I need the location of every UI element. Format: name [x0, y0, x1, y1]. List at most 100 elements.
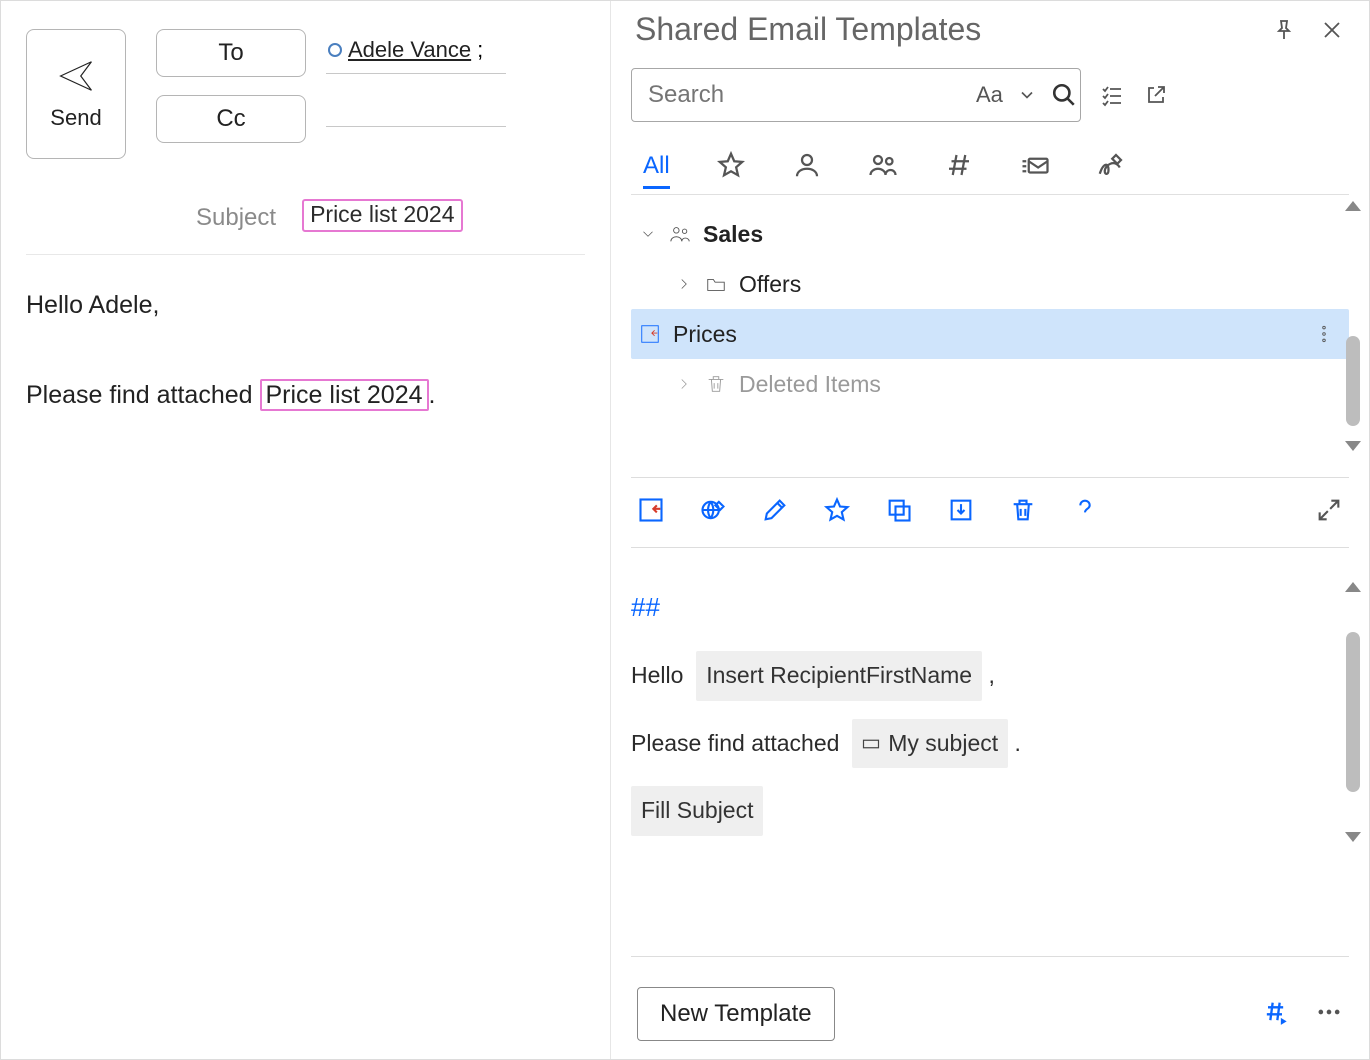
compose-divider [26, 254, 585, 255]
body-line-2: Please find attached Price list 2024. [26, 373, 585, 418]
star-icon [716, 150, 746, 180]
expand-icon [1315, 496, 1343, 524]
tab-signatures[interactable] [1096, 148, 1126, 182]
download-box-icon [947, 496, 975, 524]
tree-scrollbar[interactable] [1343, 201, 1363, 451]
signature-icon [1096, 150, 1126, 180]
list-check-icon [1100, 83, 1124, 107]
send-icon [57, 57, 95, 95]
compose-pane: Send To Adele Vance ; Cc Subject [1, 1, 611, 1059]
scroll-up-icon[interactable] [1345, 582, 1361, 592]
expand-button[interactable] [1315, 496, 1343, 529]
person-icon [792, 150, 822, 180]
panel-title: Shared Email Templates [635, 11, 981, 48]
insert-macro-button[interactable] [1261, 998, 1289, 1031]
tree-item-label: Deleted Items [739, 371, 881, 398]
filter-tabs: All [631, 148, 1349, 195]
favorite-button[interactable] [823, 496, 851, 529]
send-button[interactable]: Send [26, 29, 126, 159]
delete-button[interactable] [1009, 496, 1037, 529]
to-button[interactable]: To [156, 29, 306, 77]
manage-view-button[interactable] [1099, 82, 1125, 108]
preview-period: . [1015, 730, 1021, 756]
scroll-down-icon[interactable] [1345, 441, 1361, 451]
open-external-button[interactable] [1143, 82, 1169, 108]
tab-all[interactable]: All [643, 155, 670, 189]
cc-button[interactable]: Cc [156, 95, 306, 143]
globe-pen-icon [699, 496, 727, 524]
tab-personal[interactable] [792, 148, 822, 182]
address-column: To Adele Vance ; Cc [156, 29, 506, 159]
subject-icon [862, 737, 880, 751]
new-template-button[interactable]: New Template [637, 987, 835, 1041]
chevron-right-icon [675, 275, 693, 293]
close-button[interactable] [1319, 17, 1345, 43]
tree-item-label: Prices [673, 321, 737, 348]
copy-icon [885, 496, 913, 524]
search-input[interactable] [646, 80, 960, 110]
tree-item-offers[interactable]: Offers [631, 259, 1349, 309]
tab-favorites[interactable] [716, 148, 746, 182]
tree-root-label: Sales [703, 221, 763, 248]
subject-row: Subject Price list 2024 [26, 199, 585, 232]
template-toolbar [631, 496, 1349, 529]
close-icon [1320, 18, 1344, 42]
more-button[interactable] [1315, 998, 1343, 1031]
search-box[interactable]: Aa [631, 68, 1081, 122]
scroll-thumb[interactable] [1346, 632, 1360, 792]
insert-template-button[interactable] [637, 496, 665, 529]
bottom-divider [631, 956, 1349, 957]
email-body[interactable]: Hello Adele, Please find attached Price … [26, 283, 585, 418]
search-icon[interactable] [1051, 82, 1077, 108]
body-line-2-before: Please find attached [26, 381, 260, 409]
scroll-down-icon[interactable] [1345, 832, 1361, 842]
chip-fill-subject[interactable]: Fill Subject [631, 786, 763, 836]
external-icon [1144, 83, 1168, 107]
scroll-up-icon[interactable] [1345, 201, 1361, 211]
tree-item-deleted[interactable]: Deleted Items [631, 359, 1349, 409]
pin-button[interactable] [1271, 17, 1297, 43]
chevron-down-icon[interactable] [1017, 85, 1037, 105]
toolbar-divider [631, 477, 1349, 478]
chip-recipient-firstname[interactable]: Insert RecipientFirstName [696, 651, 982, 701]
tab-team[interactable] [868, 148, 898, 182]
cc-field[interactable] [326, 112, 506, 127]
chevron-down-icon [639, 225, 657, 243]
chevron-right-icon [675, 375, 693, 393]
tree-root-sales[interactable]: Sales [631, 209, 1349, 259]
copy-button[interactable] [885, 496, 913, 529]
macro-marker: ## [631, 588, 1321, 633]
recipient-chip[interactable]: Adele Vance [348, 37, 471, 63]
tree-item-prices[interactable]: Prices [631, 309, 1349, 359]
send-label: Send [50, 105, 101, 131]
star-icon [823, 496, 851, 524]
template-insert-icon [639, 323, 661, 345]
to-field[interactable]: Adele Vance ; [326, 33, 506, 74]
export-button[interactable] [947, 496, 975, 529]
match-case-toggle[interactable]: Aa [976, 82, 1003, 108]
pencil-icon [761, 496, 789, 524]
template-preview: ## Hello Insert RecipientFirstName , Ple… [631, 588, 1349, 938]
subject-label: Subject [196, 204, 276, 232]
subject-input[interactable]: Price list 2024 [302, 199, 462, 232]
scroll-thumb[interactable] [1346, 336, 1360, 426]
recipient-suffix: ; [477, 37, 483, 63]
body-highlight: Price list 2024 [260, 379, 429, 411]
help-button[interactable] [1071, 496, 1099, 529]
tab-mail-merge[interactable] [1020, 148, 1050, 182]
more-vertical-icon[interactable] [1313, 323, 1335, 345]
trash-icon [705, 373, 727, 395]
body-line-1: Hello Adele, [26, 283, 585, 328]
hash-play-icon [1261, 998, 1289, 1026]
hash-icon [944, 150, 974, 180]
preview-comma: , [988, 662, 994, 688]
preview-hello: Hello [631, 662, 683, 688]
chip-my-subject[interactable]: My subject [852, 719, 1008, 769]
templates-panel: Shared Email Templates Aa [611, 1, 1369, 1059]
insert-web-button[interactable] [699, 496, 727, 529]
tab-macros[interactable] [944, 148, 974, 182]
mail-lines-icon [1020, 150, 1050, 180]
preview-scrollbar[interactable] [1343, 582, 1363, 842]
preview-attached: Please find attached [631, 730, 839, 756]
edit-button[interactable] [761, 496, 789, 529]
